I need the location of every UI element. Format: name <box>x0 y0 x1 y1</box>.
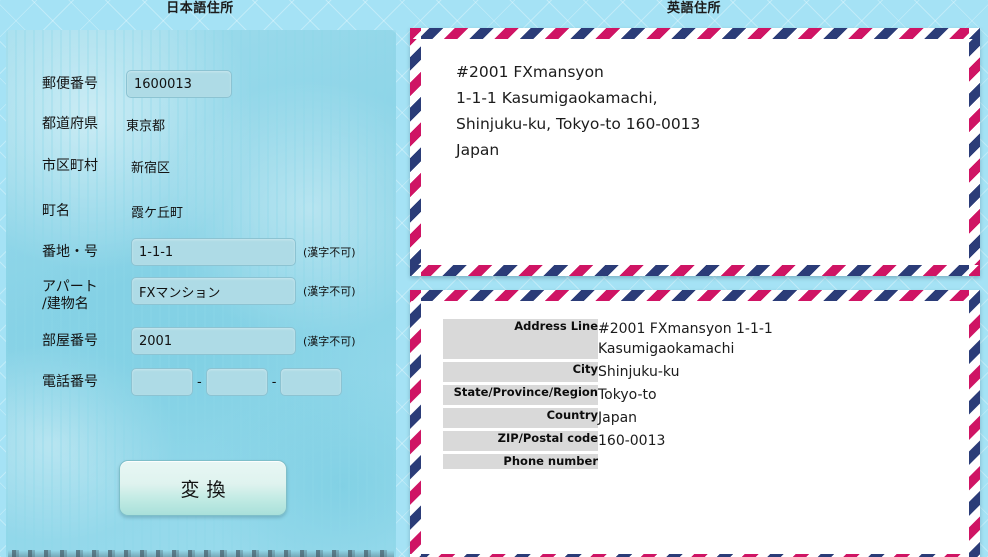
english-address-field-table: Address Line #2001 FXmansyon 1-1-1 Kasum… <box>443 319 943 469</box>
english-address-block: #2001 FXmansyon 1-1-1 Kasumigaokamachi, … <box>456 63 701 159</box>
table-key-zip-postal-code: ZIP/Postal code <box>443 431 598 451</box>
english-address-envelope: #2001 FXmansyon 1-1-1 Kasumigaokamachi, … <box>410 28 980 276</box>
table-value-zip-postal-code: 160-0013 <box>598 433 666 449</box>
field-row-town-name: 町名 霞ケ丘町 <box>42 202 183 221</box>
field-row-municipality: 市区町村 新宿区 <box>42 157 170 176</box>
table-row: City Shinjuku-ku <box>443 362 943 382</box>
note-block-number: (漢字不可) <box>303 246 356 259</box>
table-value-phone-number <box>598 454 943 469</box>
input-phone-part2[interactable] <box>205 368 268 396</box>
label-building-name: アパート /建物名 <box>42 279 98 312</box>
label-prefecture: 都道府県 <box>42 116 98 132</box>
table-row: State/Province/Region Tokyo-to <box>443 385 943 405</box>
envelope-inner-top: #2001 FXmansyon 1-1-1 Kasumigaokamachi, … <box>421 39 969 265</box>
table-value-state-province-region: Tokyo-to <box>598 387 657 403</box>
table-key-address-line: Address Line <box>443 319 598 359</box>
table-row: Address Line #2001 FXmansyon 1-1-1 Kasum… <box>443 319 943 359</box>
note-building-name: (漢字不可) <box>303 285 356 298</box>
input-building-name[interactable] <box>131 277 296 305</box>
value-municipality: 新宿区 <box>131 161 171 176</box>
field-row-prefecture: 都道府県 東京都 <box>42 115 165 134</box>
label-block-number: 番地・号 <box>42 243 98 260</box>
phone-separator-1: - <box>197 374 202 390</box>
field-row-room-number: 部屋番号 (漢字不可) <box>42 327 356 355</box>
table-row: Country Japan <box>443 408 943 428</box>
value-town-name: 霞ケ丘町 <box>131 206 184 221</box>
field-row-phone-number: 電話番号 - - <box>42 368 343 396</box>
table-key-city: City <box>443 362 598 382</box>
field-row-building-name: アパート /建物名 (漢字不可) <box>42 277 356 313</box>
table-row: Phone number <box>443 454 943 469</box>
input-phone-part3[interactable] <box>280 368 343 396</box>
table-value-city: Shinjuku-ku <box>598 364 680 380</box>
english-address-column-title: 英語住所 <box>666 1 721 16</box>
input-block-number[interactable] <box>131 238 296 266</box>
japanese-address-form-panel: 郵便番号 都道府県 東京都 市区町村 新宿区 町名 霞ケ丘町 番地・号 (漢字不… <box>3 28 399 557</box>
label-town-name: 町名 <box>42 203 70 219</box>
table-row: ZIP/Postal code 160-0013 <box>443 431 943 451</box>
label-municipality: 市区町村 <box>42 158 98 174</box>
field-row-postal-code: 郵便番号 <box>42 70 232 98</box>
input-postal-code[interactable] <box>126 70 232 98</box>
table-key-phone-number: Phone number <box>443 454 598 469</box>
envelope-inner-bottom: Address Line #2001 FXmansyon 1-1-1 Kasum… <box>421 301 969 554</box>
label-room-number: 部屋番号 <box>42 332 98 349</box>
label-phone-number: 電話番号 <box>42 373 98 390</box>
phone-separator-2: - <box>271 374 277 390</box>
english-address-field-table-body: Address Line #2001 FXmansyon 1-1-1 Kasum… <box>443 319 943 469</box>
field-row-block-number: 番地・号 (漢字不可) <box>42 238 356 266</box>
table-value-address-line: #2001 FXmansyon 1-1-1 Kasumigaokamachi <box>598 321 773 357</box>
convert-button[interactable]: 変換 <box>119 460 287 516</box>
japanese-address-column-title: 日本語住所 <box>166 1 234 16</box>
table-value-country: Japan <box>598 410 638 426</box>
input-room-number[interactable] <box>131 327 296 355</box>
note-room-number: (漢字不可) <box>303 335 356 348</box>
japanese-address-form: 郵便番号 都道府県 東京都 市区町村 新宿区 町名 霞ケ丘町 番地・号 (漢字不… <box>6 30 396 557</box>
input-phone-part1[interactable] <box>131 368 193 396</box>
value-prefecture: 東京都 <box>126 119 166 134</box>
table-key-state-province-region: State/Province/Region <box>443 385 598 405</box>
label-postal-code: 郵便番号 <box>42 75 98 92</box>
english-address-fields-envelope: Address Line #2001 FXmansyon 1-1-1 Kasum… <box>410 290 980 557</box>
table-key-country: Country <box>443 408 598 428</box>
